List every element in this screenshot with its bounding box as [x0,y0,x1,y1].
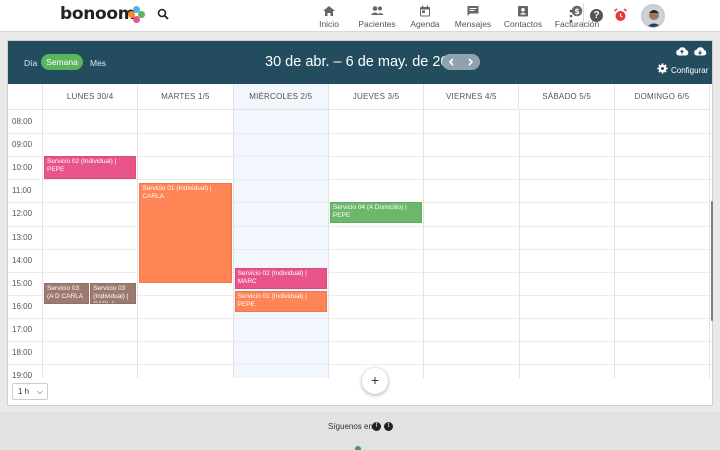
footer: Síguenos en f t [0,412,720,450]
configure-button[interactable]: Configurar [671,66,708,75]
hour-gridline [8,364,712,366]
hour-label: 12:00 [12,209,33,219]
chevron-down-icon: ⌵ [36,387,43,396]
appointment-event[interactable]: Servicio 03 (Individual) | CARLA [90,283,137,305]
appointment-event[interactable]: Servicio 03 (A D CARLA [44,283,90,305]
time-column-header [8,84,43,110]
prev-week-button[interactable] [442,54,461,70]
cloud-download-icon[interactable] [693,46,707,56]
slot-duration-value: 1 h [18,387,30,396]
logo-dots-icon [128,6,146,24]
nav-contactos[interactable]: Contactos [498,0,548,32]
hour-label: 09:00 [12,140,33,150]
search-icon[interactable] [157,8,169,20]
twitter-icon[interactable]: t [384,422,393,431]
nav-inicio[interactable]: Inicio [306,0,352,32]
patients-icon [371,6,384,15]
hour-gridline [8,248,712,250]
day-gridline [137,110,139,378]
main-nav: Inicio Pacientes Agenda Mensajes Contact… [306,0,606,32]
day-header[interactable]: MARTES 1/5 [138,84,234,110]
day-header[interactable]: JUEVES 3/5 [328,84,425,110]
divider [583,3,584,29]
day-header[interactable]: VIERNES 4/5 [424,84,520,110]
message-icon [467,6,479,16]
hour-gridline [8,179,712,181]
day-gridline [613,110,615,378]
week-grid: LUNES 30/4 MARTES 1/5 MIÉRCOLES 2/5 JUEVES … [8,84,712,378]
add-appointment-button[interactable]: + [362,368,388,394]
nav-inicio-label: Inicio [319,19,339,29]
hour-gridline [8,133,712,135]
more-menu-icon[interactable] [566,8,576,24]
home-icon [323,6,335,16]
appointment-event[interactable]: Servicio 02 (Individual) | MARC [234,267,327,290]
view-month-button[interactable]: Mes [90,58,106,68]
hour-label: 15:00 [12,278,33,288]
appointment-event[interactable]: Servicio 01 (Individual) | CARLA [139,183,232,284]
view-week-button[interactable]: Semana [41,54,83,70]
hour-label: 16:00 [12,301,33,311]
appointment-event[interactable]: Servicio 02 (Individual) | PEPE [44,156,137,180]
hour-gridline [8,271,712,273]
date-range-title: 30 de abr. – 6 de may. de 2018 [265,54,465,70]
nav-agenda[interactable]: Agenda [402,0,448,32]
next-week-button[interactable] [461,54,480,70]
nav-pacientes[interactable]: Pacientes [352,0,402,32]
top-navbar: bonoom Inicio Pacientes Agenda Mensajes … [0,0,720,32]
nav-mensajes-label: Mensajes [454,19,492,29]
day-header[interactable]: LUNES 30/4 [43,84,139,110]
day-gridline [423,110,425,378]
appointment-event[interactable]: Servicio 01 (Individual) | PEPE [234,290,327,313]
user-avatar[interactable] [641,4,665,28]
day-gridline [327,110,329,378]
hour-label: 08:00 [12,117,33,126]
hour-label: 11:00 [12,186,32,196]
day-header[interactable]: MIÉRCOLES 2/5 [233,84,329,110]
slot-duration-select[interactable]: 1 h ⌵ [12,383,48,400]
help-icon[interactable]: ? [590,9,603,22]
nav-agenda-label: Agenda [410,19,440,29]
alarm-icon[interactable] [613,8,628,23]
date-nav-group [442,54,480,70]
facebook-icon[interactable]: f [372,422,381,431]
nav-contactos-label: Contactos [503,19,543,29]
day-header[interactable]: DOMINGO 6/5 [614,84,711,110]
day-header[interactable]: SÁBADO 5/5 [519,84,615,110]
hour-label: 10:00 [12,163,33,173]
view-day-button[interactable]: Día [24,58,37,68]
calendar-card: Día Semana Mes 30 de abr. – 6 de may. de… [7,40,713,406]
nav-pacientes-label: Pacientes [358,19,396,29]
hour-label: 18:00 [12,348,33,357]
today-column-highlight [233,84,329,378]
chevron-right-icon [468,58,474,66]
day-gridline [232,110,234,378]
hour-gridline [8,317,712,319]
calendar-icon [420,5,430,17]
nav-mensajes[interactable]: Mensajes [448,0,498,32]
appointment-event[interactable]: Servicio 04 (A Domicilio) | PEPE [329,202,423,224]
gear-icon[interactable] [657,63,668,74]
hour-gridline [8,341,712,342]
brand-logo[interactable]: bonoom [60,4,136,24]
cloud-upload-icon[interactable] [675,46,689,56]
hour-label: 19:00 [12,371,33,378]
day-gridline [42,110,43,378]
contacts-icon [518,6,528,17]
hour-label: 14:00 [12,255,33,265]
hour-gridline [8,225,712,227]
day-gridline [518,110,520,378]
hour-label: 13:00 [12,232,33,242]
calendar-toolbar: Día Semana Mes 30 de abr. – 6 de may. de… [8,41,712,84]
status-dot [355,446,361,450]
day-gridline [709,110,711,378]
follow-us-text: Síguenos en [328,422,373,431]
chevron-left-icon [448,58,454,66]
hour-label: 17:00 [12,324,33,334]
grid-scrollbar[interactable] [711,201,713,321]
